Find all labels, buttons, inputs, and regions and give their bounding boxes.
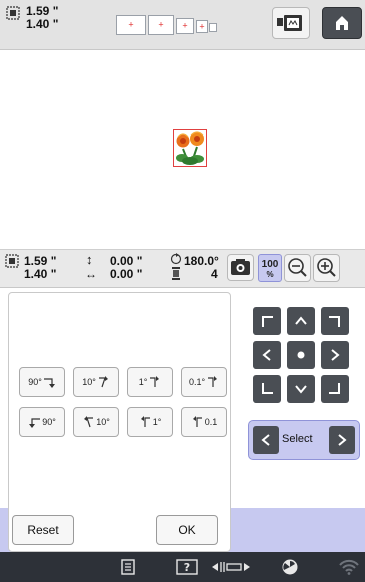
select-next-icon [338,434,347,446]
select-prev-icon [261,434,270,446]
rotate-cw-small-icon [98,376,108,388]
vertical-offset-icon: ↕ [86,252,93,267]
zoom-unit: % [266,270,274,279]
info-width: 1.59 " [24,254,57,268]
rotate-ccw-0-1-label: 0.1 [204,417,218,427]
rotate-ccw-icon [29,418,41,428]
zoom-out-icon [288,258,307,277]
hoop-frame-small[interactable]: + [176,18,194,34]
rotate-ccw-90-button[interactable]: 90° [19,407,65,437]
offset-vertical: 0.00 " [110,254,143,268]
camera-icon [231,259,250,275]
home-button[interactable] [322,7,362,39]
ok-button[interactable]: OK [156,515,218,545]
rotate-ccw-tiny-icon [140,416,150,427]
help-icon[interactable]: ? [176,559,198,575]
arrow-right-icon [331,349,340,361]
rotate-cw-icon [43,378,55,388]
rotate-ccw-90-label: 90° [42,417,56,427]
rotate-ccw-small-icon [84,416,94,428]
zoom-in-icon [317,258,336,277]
move-right-button[interactable] [321,341,349,369]
rotate-cw-1-button[interactable]: 1° [127,367,173,397]
center-dot-icon [297,351,305,359]
pattern-width: 1.59 " [26,4,59,18]
rotate-cw-10-button[interactable]: 10° [73,367,119,397]
rotate-ccw-fine-icon [192,416,202,427]
rotate-ccw-10-button[interactable]: 10° [73,407,119,437]
bobbin-winder-icon[interactable] [281,558,299,576]
offset-horizontal: 0.00 " [110,267,143,281]
rotate-cw-0-1-label: 0.1° [188,377,206,387]
status-bar: ? [0,552,365,582]
top-bar: 1.59 " 1.40 " + + + + [0,0,365,50]
rotate-cw-10-label: 10° [82,377,96,387]
zoom-in-button[interactable] [313,254,340,282]
arrow-up-icon [295,316,307,325]
pattern-preview-area[interactable] [0,51,365,250]
rotation-icon [170,253,182,265]
embroidery-card-icon [277,15,302,31]
rotate-cw-1-label: 1° [138,377,148,387]
reset-button[interactable]: Reset [12,515,74,545]
embroidery-mode-button[interactable] [272,7,310,39]
pattern-size-icon [6,6,20,20]
rotate-cw-tiny-icon [150,376,160,387]
select-group: Select [248,420,360,460]
size-icon [5,254,19,268]
rotate-ccw-10-label: 10° [96,417,110,427]
hoop-frame-xsmall[interactable]: + [196,20,208,33]
color-count: 4 [211,267,218,281]
document-icon[interactable] [121,559,135,575]
move-center-button[interactable] [287,341,315,369]
move-up-right-button[interactable] [321,307,349,335]
hoop-frame-medium[interactable]: + [148,15,174,35]
flower-embroidery-pattern[interactable] [173,129,207,167]
select-previous-button[interactable] [253,426,279,454]
horizontal-offset-icon: ↔ [85,267,97,281]
rotation-angle: 180.0° [184,254,219,268]
arrow-down-right-icon [329,383,340,394]
info-height: 1.40 " [24,267,57,281]
select-next-button[interactable] [329,426,355,454]
rotate-cw-fine-icon [208,376,218,387]
wifi-icon[interactable] [339,559,359,575]
zoom-value: 100 [261,259,279,270]
arrow-down-icon [295,385,307,394]
move-up-left-button[interactable] [253,307,281,335]
move-down-button[interactable] [287,375,315,403]
hoop-frame-large[interactable]: + [116,15,146,35]
pattern-info-bar: 1.59 " 1.40 " ↕ ↔ 0.00 " 0.00 " 180.0° 4… [0,250,365,288]
arrow-left-icon [262,349,271,361]
camera-scan-button[interactable] [227,254,254,281]
layout-panel [231,292,365,508]
rotate-ccw-0-1-button[interactable]: 0.1 [181,407,227,437]
rotate-ccw-1-label: 1° [152,417,162,427]
rotate-panel: 90° 10° 1° 0.1° 90° 10° 1° 0.1 [8,292,231,552]
move-up-button[interactable] [287,307,315,335]
move-down-left-button[interactable] [253,375,281,403]
pattern-height: 1.40 " [26,17,59,31]
zoom-level-display[interactable]: 100 % [258,254,282,282]
zoom-out-button[interactable] [284,254,311,282]
arrow-down-left-icon [262,383,273,394]
thread-path-icon[interactable] [212,560,250,574]
move-left-button[interactable] [253,341,281,369]
home-icon [336,16,348,30]
rotate-cw-90-button[interactable]: 90° [19,367,65,397]
rotate-cw-0-1-button[interactable]: 0.1° [181,367,227,397]
svg-text:?: ? [184,561,190,574]
rotate-ccw-1-button[interactable]: 1° [127,407,173,437]
arrow-up-right-icon [329,316,340,327]
thread-spool-icon [172,267,180,280]
rotate-cw-90-label: 90° [28,377,42,387]
hoop-size-selector[interactable]: + + + + [116,15,256,39]
arrow-up-left-icon [262,316,273,327]
move-down-right-button[interactable] [321,375,349,403]
select-label: Select [282,433,313,445]
hoop-frame-mini[interactable] [209,23,217,32]
